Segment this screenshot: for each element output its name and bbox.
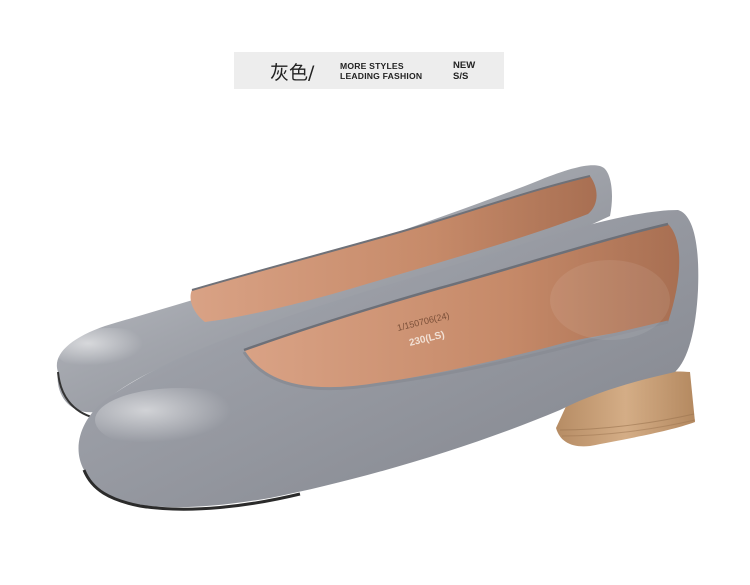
color-banner: 灰色/ MORE STYLES LEADING FASHION NEW S/S [234, 52, 504, 89]
tagline-line2: LEADING FASHION [340, 71, 423, 81]
color-name: 灰色 [270, 62, 309, 84]
season-line2: S/S [453, 70, 469, 82]
color-separator: / [308, 62, 315, 84]
season-tag: NEW S/S [453, 60, 476, 82]
color-label: 灰色/ [270, 58, 314, 85]
season-line1: NEW [453, 60, 476, 71]
tagline-line1: MORE STYLES [340, 61, 404, 71]
tagline: MORE STYLES LEADING FASHION [340, 61, 422, 81]
